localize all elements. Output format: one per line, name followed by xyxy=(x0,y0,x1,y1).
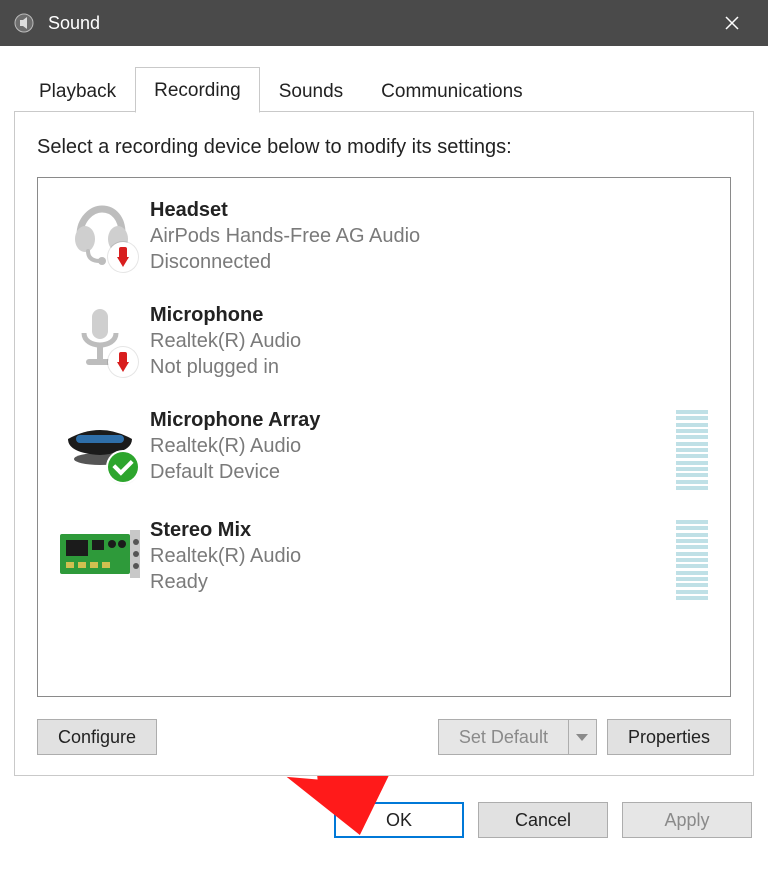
device-item[interactable]: Stereo Mix Realtek(R) Audio Ready xyxy=(48,510,720,620)
properties-button[interactable]: Properties xyxy=(607,719,731,755)
device-name: Microphone Array xyxy=(150,408,676,433)
device-item[interactable]: Microphone Array Realtek(R) Audio Defaul… xyxy=(48,400,720,510)
device-name: Headset xyxy=(150,198,714,223)
device-name: Stereo Mix xyxy=(150,518,676,543)
device-list: Headset AirPods Hands-Free AG Audio Disc… xyxy=(37,177,731,697)
tab-communications[interactable]: Communications xyxy=(362,70,542,113)
device-driver: Realtek(R) Audio xyxy=(150,328,714,354)
panel-button-row: Configure Set Default Properties xyxy=(37,719,731,755)
window-title: Sound xyxy=(48,13,100,34)
headset-icon xyxy=(54,198,146,268)
ok-button[interactable]: OK xyxy=(334,802,464,838)
titlebar: Sound xyxy=(0,0,768,46)
status-badge-unplugged-icon xyxy=(108,347,138,377)
tab-sounds[interactable]: Sounds xyxy=(260,70,362,113)
level-meter xyxy=(676,410,708,490)
device-status: Ready xyxy=(150,569,676,595)
status-badge-disconnected-icon xyxy=(108,242,138,272)
device-driver: Realtek(R) Audio xyxy=(150,543,676,569)
device-driver: Realtek(R) Audio xyxy=(150,433,676,459)
status-badge-default-icon xyxy=(108,452,138,482)
tab-strip: Playback Recording Sounds Communications xyxy=(20,66,758,112)
set-default-button[interactable]: Set Default xyxy=(438,719,569,755)
soundcard-icon xyxy=(54,518,146,588)
tab-playback[interactable]: Playback xyxy=(20,70,135,113)
configure-button[interactable]: Configure xyxy=(37,719,157,755)
device-item[interactable]: Microphone Realtek(R) Audio Not plugged … xyxy=(48,295,720,400)
device-driver: AirPods Hands-Free AG Audio xyxy=(150,223,714,249)
tab-recording[interactable]: Recording xyxy=(135,67,260,113)
client-area: Playback Recording Sounds Communications… xyxy=(0,46,768,786)
device-item[interactable]: Headset AirPods Hands-Free AG Audio Disc… xyxy=(48,190,720,295)
level-meter xyxy=(676,520,708,600)
dialog-button-row: OK Cancel Apply xyxy=(0,786,768,848)
device-name: Microphone xyxy=(150,303,714,328)
device-status: Default Device xyxy=(150,459,676,485)
microphone-icon xyxy=(54,303,146,373)
sound-title-icon xyxy=(14,13,34,33)
mic-array-icon xyxy=(54,408,146,478)
tab-panel-recording: Select a recording device below to modif… xyxy=(14,111,754,776)
set-default-dropdown[interactable] xyxy=(569,719,597,755)
instruction-text: Select a recording device below to modif… xyxy=(37,136,731,159)
apply-button[interactable]: Apply xyxy=(622,802,752,838)
device-status: Not plugged in xyxy=(150,354,714,380)
cancel-button[interactable]: Cancel xyxy=(478,802,608,838)
close-button[interactable] xyxy=(710,0,754,46)
device-status: Disconnected xyxy=(150,249,714,275)
